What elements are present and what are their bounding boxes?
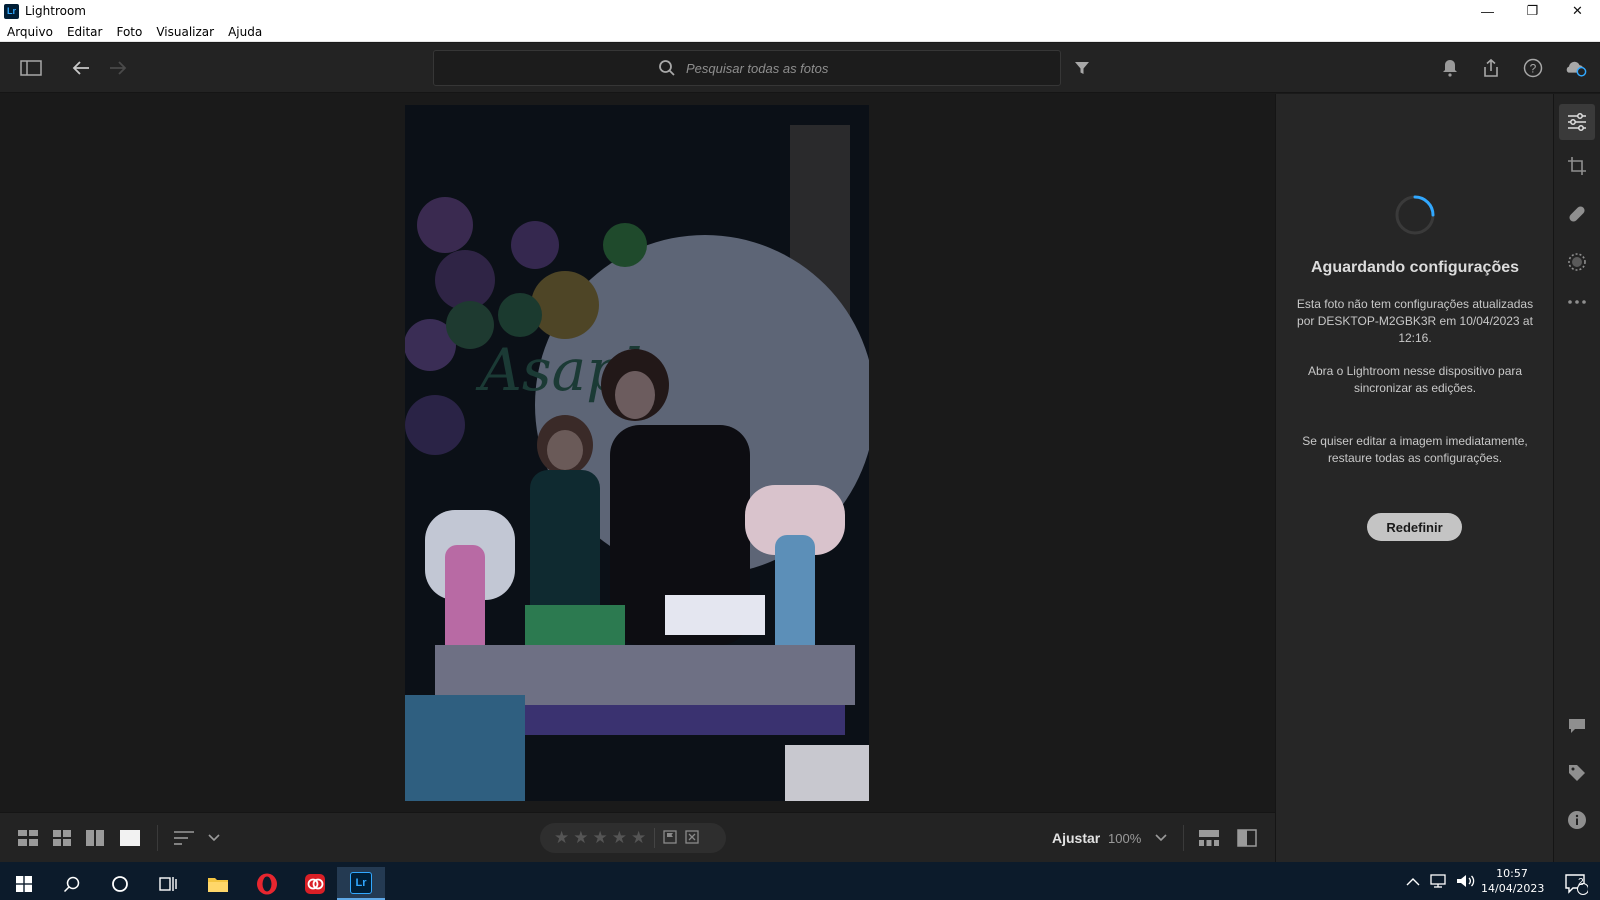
menu-ajuda[interactable]: Ajuda	[221, 25, 269, 39]
share-icon[interactable]	[1479, 56, 1503, 80]
reject-flag-icon[interactable]	[685, 829, 699, 847]
menu-visualizar[interactable]: Visualizar	[149, 25, 221, 39]
svg-text:?: ?	[1530, 62, 1537, 76]
lightroom-taskbar-icon[interactable]: Lr	[337, 867, 385, 900]
creative-cloud-icon[interactable]	[291, 867, 339, 900]
photo-preview[interactable]: Asaph	[405, 105, 869, 801]
cloud-sync-icon[interactable]	[1563, 56, 1587, 80]
back-arrow-icon[interactable]	[69, 56, 93, 80]
filter-icon[interactable]	[1070, 56, 1094, 80]
rating-flag-bar: ★ ★ ★ ★ ★	[540, 823, 726, 853]
zoom-level-dropdown[interactable]: 100%	[1108, 831, 1141, 846]
filmstrip-toggle-icon[interactable]	[1197, 826, 1221, 850]
file-explorer-icon[interactable]	[194, 867, 242, 900]
menu-bar: Arquivo Editar Foto Visualizar Ajuda	[0, 22, 1600, 42]
star-5-icon[interactable]: ★	[631, 828, 646, 848]
rating-divider	[654, 828, 656, 848]
panel-toggle-icon[interactable]	[19, 56, 43, 80]
windows-taskbar: Lr 10:57 14/04/2023 2	[0, 862, 1600, 900]
photo-canvas: Asaph	[0, 94, 1275, 812]
tag-icon[interactable]	[1565, 761, 1589, 785]
chevron-down-icon[interactable]	[202, 826, 226, 850]
minimize-button[interactable]: —	[1465, 0, 1510, 22]
sync-panel-title: Aguardando configurações	[1310, 259, 1520, 276]
before-after-icon[interactable]	[1235, 826, 1259, 850]
action-center-icon[interactable]: 2	[1552, 867, 1600, 900]
info-icon[interactable]	[1565, 808, 1589, 832]
sync-message-2: Abra o Lightroom nesse dispositivo para …	[1307, 364, 1523, 395]
help-icon[interactable]: ?	[1521, 56, 1545, 80]
close-button[interactable]: ✕	[1555, 0, 1600, 22]
clock-time: 10:57	[1496, 867, 1528, 880]
sort-icon[interactable]	[172, 826, 196, 850]
sync-message-3: Se quiser editar a imagem imediatamente,…	[1302, 434, 1528, 465]
square-grid-view-icon[interactable]	[16, 826, 40, 850]
forward-arrow-icon[interactable]	[106, 56, 130, 80]
volume-icon[interactable]	[1456, 873, 1476, 889]
taskbar-search-icon[interactable]	[48, 867, 96, 900]
system-tray	[1406, 862, 1476, 900]
compare-view-icon[interactable]	[83, 826, 107, 850]
star-4-icon[interactable]: ★	[612, 828, 627, 848]
network-icon[interactable]	[1430, 873, 1448, 889]
zoom-chevron-down-icon[interactable]	[1149, 826, 1173, 850]
window-title: Lightroom	[25, 4, 86, 18]
notification-count-badge: 2	[1578, 877, 1584, 888]
edit-sliders-icon[interactable]	[1559, 104, 1595, 140]
comment-icon[interactable]	[1565, 714, 1589, 738]
top-toolbar: ?	[0, 43, 1600, 93]
side-rail	[1553, 94, 1600, 862]
restore-button[interactable]: ❐	[1510, 0, 1555, 22]
star-3-icon[interactable]: ★	[593, 828, 608, 848]
divider	[1183, 825, 1184, 851]
menu-foto[interactable]: Foto	[109, 25, 149, 39]
menu-arquivo[interactable]: Arquivo	[0, 25, 60, 39]
task-view-icon[interactable]	[144, 867, 192, 900]
detail-view-icon[interactable]	[118, 826, 142, 850]
healing-bandage-icon[interactable]	[1565, 202, 1589, 226]
reset-button[interactable]: Redefinir	[1367, 513, 1462, 541]
photo-image: Asaph	[405, 105, 869, 801]
taskbar-clock[interactable]: 10:57 14/04/2023	[1481, 866, 1545, 896]
sync-message-1: Esta foto não tem configurações atualiza…	[1296, 297, 1534, 345]
window-controls: — ❐ ✕	[1465, 0, 1600, 22]
search-icon	[658, 59, 676, 77]
masking-icon[interactable]	[1565, 250, 1589, 274]
crop-icon[interactable]	[1565, 154, 1589, 178]
star-2-icon[interactable]: ★	[573, 828, 588, 848]
edit-panel: Aguardando configurações Esta foto não t…	[1275, 94, 1553, 862]
title-bar: Lr Lightroom — ❐ ✕	[0, 0, 1600, 22]
search-input[interactable]	[686, 60, 836, 76]
divider	[157, 825, 158, 851]
clock-date: 14/04/2023	[1481, 882, 1545, 895]
fit-zoom-button[interactable]: Ajustar	[1052, 830, 1100, 846]
tray-chevron-up-icon[interactable]	[1406, 877, 1420, 886]
search-box[interactable]	[433, 50, 1061, 86]
opera-browser-icon[interactable]	[243, 867, 291, 900]
loading-spinner-icon	[1395, 195, 1435, 235]
photo-grid-view-icon[interactable]	[50, 826, 74, 850]
pick-flag-icon[interactable]	[663, 829, 677, 847]
bell-icon[interactable]	[1438, 56, 1462, 80]
more-icon[interactable]	[1565, 290, 1589, 314]
lightroom-logo-icon: Lr	[4, 3, 19, 19]
cortana-icon[interactable]	[96, 867, 144, 900]
star-1-icon[interactable]: ★	[554, 828, 569, 848]
bottom-toolbar: ★ ★ ★ ★ ★ Ajustar 100%	[0, 812, 1275, 862]
lightroom-app-icon: Lr	[350, 871, 372, 894]
menu-editar[interactable]: Editar	[60, 25, 110, 39]
windows-start-icon[interactable]	[0, 867, 48, 900]
